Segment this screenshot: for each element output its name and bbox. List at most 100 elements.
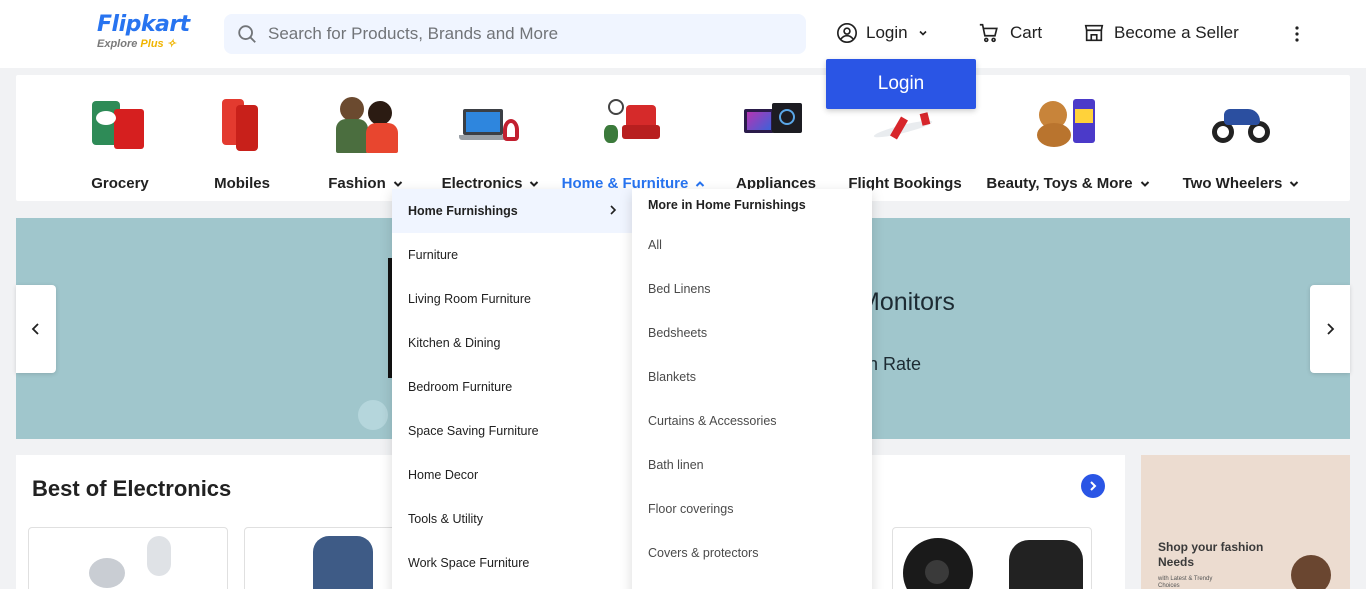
search-icon [238,25,256,43]
menu-item-living-room-furniture[interactable]: Living Room Furniture [392,277,632,321]
logo-explore: Explore [97,38,138,50]
submenu-item-all[interactable]: All [632,223,872,267]
category-two-wheelers[interactable]: Two Wheelers [1179,75,1304,201]
header: Flipkart Explore Plus ✧ Login Cart Becom… [0,0,1366,68]
submenu-item-blankets[interactable]: Blankets [632,355,872,399]
login-popup-button[interactable]: Login [826,59,976,109]
submenu-item-label: Covers & protectors [648,546,759,560]
menu-item-home-furnishings[interactable]: Home Furnishings [392,189,632,233]
menu-item-label: Tools & Utility [408,512,484,526]
fashion-icon [334,95,398,159]
category-label: Mobiles [214,175,270,192]
chevron-left-icon [31,323,39,335]
chevron-right-icon [1090,481,1097,491]
chevron-right-icon [610,205,617,215]
category-electronics[interactable]: Electronics [441,75,541,201]
logo-plus: Plus [140,38,164,50]
logo-subtext: Explore Plus ✧ [97,38,197,51]
menu-item-tools-utility[interactable]: Tools & Utility [392,497,632,541]
submenu-item-label: All [648,238,662,252]
grocery-icon [88,95,152,159]
submenu-item-curtains[interactable]: Curtains & Accessories [632,399,872,443]
category-bar: Grocery Mobiles Fashion Electronics Home… [16,75,1350,201]
earbuds-image [89,558,125,588]
submenu-item-bath-linen[interactable]: Bath linen [632,443,872,487]
chevron-up-icon [696,180,705,187]
banner-prev-button[interactable] [16,285,56,373]
submenu-title: More in Home Furnishings [648,198,806,212]
submenu-item-covers-protectors[interactable]: Covers & protectors [632,531,872,575]
chevron-down-icon [393,180,402,187]
submenu-item-label: Bed Linens [648,282,711,296]
menu-item-home-decor[interactable]: Home Decor [392,453,632,497]
fashion-ad-title: Shop your fashion Needs [1158,540,1264,569]
flipkart-logo[interactable]: Flipkart Explore Plus ✧ [97,12,197,56]
laptop-icon [459,95,523,159]
user-circle-icon [837,23,857,43]
submenu-item-floor-coverings[interactable]: Floor coverings [632,487,872,531]
menu-item-kitchen-dining[interactable]: Kitchen & Dining [392,321,632,365]
product-card[interactable] [28,527,228,589]
fashion-ad-subtitle: with Latest & Trendy Choices [1158,576,1213,589]
category-label: Fashion [328,175,386,192]
section-title: Best of Electronics [32,476,232,501]
camera-lens [925,560,949,584]
menu-item-label: Living Room Furniture [408,292,531,306]
mobile-icon [210,95,274,159]
search-bar[interactable] [224,14,806,54]
model-image [1291,555,1331,589]
chevron-down-icon [1140,180,1149,187]
product-card[interactable] [892,527,1092,589]
cart-button[interactable]: Cart [977,22,1042,44]
home-furniture-menu: Home Furnishings Furniture Living Room F… [392,189,632,589]
camera-image [1009,540,1083,589]
menu-item-label: Furniture [408,248,459,262]
submenu-item-bedsheets[interactable]: Bedsheets [632,311,872,355]
store-icon [1084,24,1104,42]
chevron-down-icon [1290,180,1299,187]
speaker-image [313,536,373,589]
category-appliances[interactable]: Appliances [736,75,816,201]
category-label: Two Wheelers [1182,175,1283,192]
banner-next-button[interactable] [1310,285,1350,373]
category-mobiles[interactable]: Mobiles [212,75,272,201]
category-grocery[interactable]: Grocery [90,75,150,201]
category-fashion[interactable]: Fashion [326,75,406,201]
fashion-ad-card[interactable]: Shop your fashion Needs with Latest & Tr… [1141,455,1350,589]
menu-item-bedroom-furniture[interactable]: Bedroom Furniture [392,365,632,409]
category-label: Beauty, Toys & More [986,175,1133,192]
menu-item-work-space-furniture[interactable]: Work Space Furniture [392,541,632,585]
cart-label: Cart [1010,23,1043,42]
plus-star-icon: ✧ [166,38,176,50]
home-furnishings-submenu: More in Home Furnishings All Bed Linens … [632,189,872,589]
login-button[interactable]: Login [836,22,929,44]
submenu-item-bed-linens[interactable]: Bed Linens [632,267,872,311]
more-options-button[interactable] [1287,24,1307,44]
decor-bubble [358,400,388,430]
menu-item-furniture[interactable]: Furniture [392,233,632,277]
menu-item-label: Bedroom Furniture [408,380,513,394]
chevron-down-icon [919,30,927,36]
menu-item-label: Kitchen & Dining [408,336,501,350]
category-home-furniture[interactable]: Home & Furniture [562,75,705,201]
banner-headline: Monitors [859,288,955,316]
menu-item-space-saving-furniture[interactable]: Space Saving Furniture [392,409,632,453]
motorcycle-icon [1210,95,1274,159]
menu-item-label: Home Decor [408,468,479,482]
armchair-icon [602,95,666,159]
menu-item-label: Home Furnishings [408,204,518,218]
submenu-item-label: Curtains & Accessories [648,414,777,428]
become-seller-button[interactable]: Become a Seller [1083,22,1239,44]
earbud-image [147,536,171,576]
seller-label: Become a Seller [1114,23,1239,42]
teddy-bear-icon [1036,95,1101,159]
chevron-down-icon [530,180,539,187]
category-beauty-toys[interactable]: Beauty, Toys & More [986,75,1151,201]
login-popup-label: Login [877,73,925,94]
search-input[interactable] [268,24,788,44]
tv-icon [744,95,808,159]
chevron-right-icon [1327,323,1335,335]
submenu-item-label: Blankets [648,370,696,384]
menu-item-label: Work Space Furniture [408,556,530,570]
section-next-button[interactable] [1081,474,1105,498]
